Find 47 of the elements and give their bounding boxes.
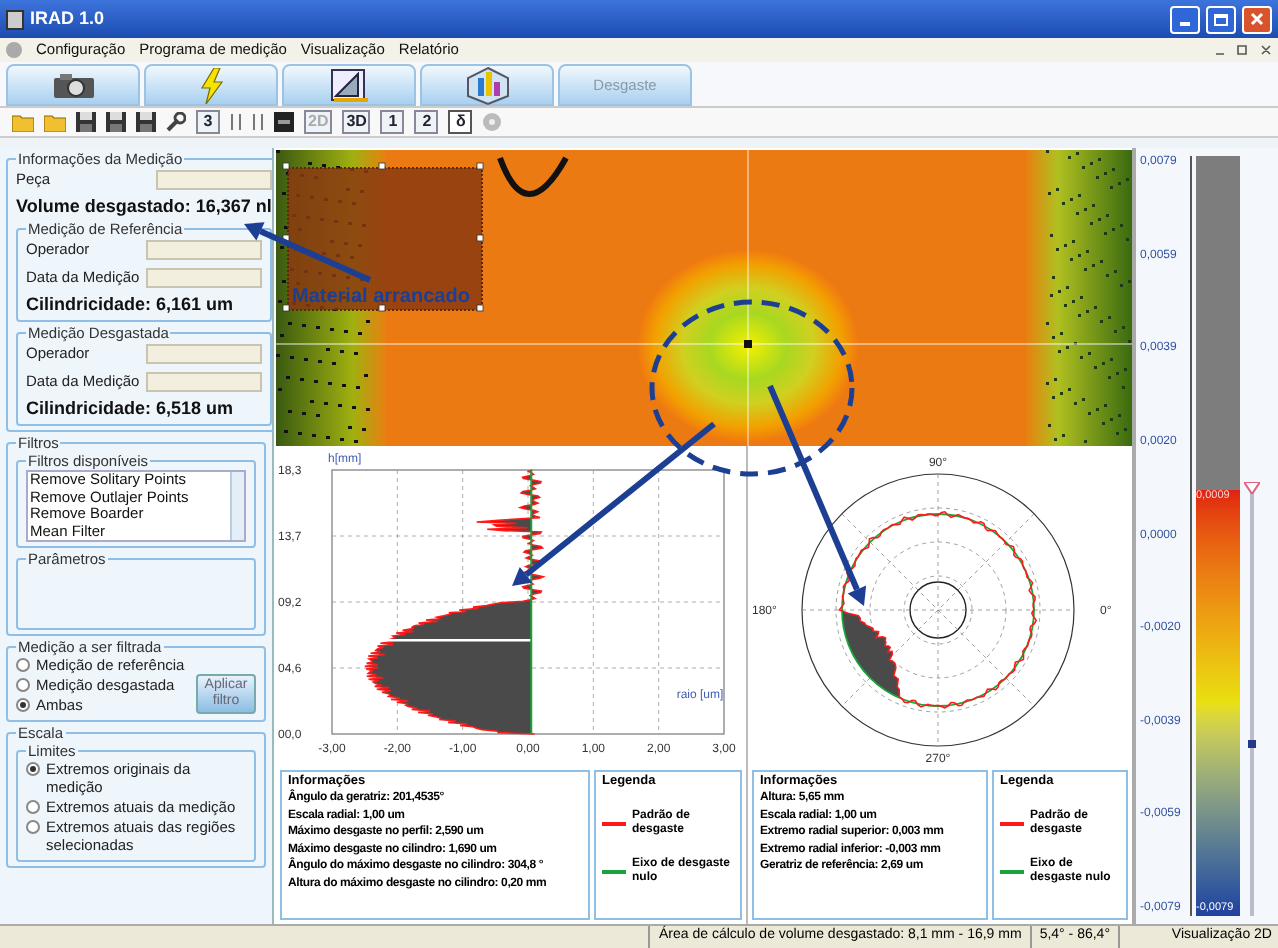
radio-button[interactable] [16, 678, 30, 692]
close-button[interactable] [1242, 5, 1272, 33]
input-field[interactable] [155, 170, 272, 190]
minimize-button[interactable] [1170, 5, 1200, 33]
radio-button[interactable] [16, 658, 30, 672]
floppy-icon[interactable] [136, 112, 156, 132]
folder-icon[interactable] [44, 113, 66, 131]
pointer-arrow [244, 222, 372, 283]
module-tab[interactable] [282, 64, 416, 106]
bracket-icon[interactable] [252, 112, 264, 132]
toolbar-button[interactable]: δ [448, 110, 473, 134]
folder-icon[interactable] [12, 113, 34, 131]
bracket-icon[interactable] [230, 112, 242, 132]
module-tab[interactable] [420, 64, 554, 106]
radio-button[interactable] [16, 698, 30, 712]
window-title: IRAD 1.0 [30, 5, 105, 32]
slider-triangle-icon[interactable] [1244, 482, 1260, 495]
app-icon [6, 9, 24, 29]
floppy-icon[interactable] [76, 112, 96, 132]
cylindricity-text: Cilindricidade: 6,518 um [26, 398, 236, 420]
volume-text: Volume desgastado: 16,367 nl [16, 196, 272, 218]
radio-button[interactable] [26, 800, 40, 814]
annotation-text: Material arrancado [292, 284, 470, 312]
input-field[interactable] [145, 344, 262, 364]
camera-icon [51, 71, 95, 99]
wrench-icon[interactable] [166, 112, 186, 132]
toolbar-button[interactable]: 3 [196, 110, 220, 134]
window-controls-icon[interactable] [1216, 44, 1272, 56]
floppy-icon[interactable] [106, 112, 126, 132]
bar-chart-icon [465, 65, 509, 105]
maximize-button[interactable] [1206, 5, 1236, 33]
radio-button[interactable] [26, 820, 40, 834]
square-icon[interactable] [274, 112, 294, 132]
close-icon [1250, 12, 1264, 26]
slider-handle[interactable] [1248, 740, 1256, 749]
input-field[interactable] [145, 268, 262, 288]
lightning-icon [197, 67, 225, 103]
input-field[interactable] [145, 240, 262, 260]
input-field[interactable] [145, 372, 262, 392]
toolbar-button[interactable]: 1 [380, 110, 405, 134]
toolbar-button[interactable]: 2 [414, 110, 439, 134]
drafting-icon [329, 67, 369, 103]
module-tab[interactable] [6, 64, 140, 106]
radio-button[interactable] [26, 762, 40, 776]
toolbar-button[interactable]: 3D [342, 110, 371, 134]
scrollbar[interactable] [230, 472, 244, 540]
cylindricity-text: Cilindricidade: 6,161 um [26, 294, 236, 316]
